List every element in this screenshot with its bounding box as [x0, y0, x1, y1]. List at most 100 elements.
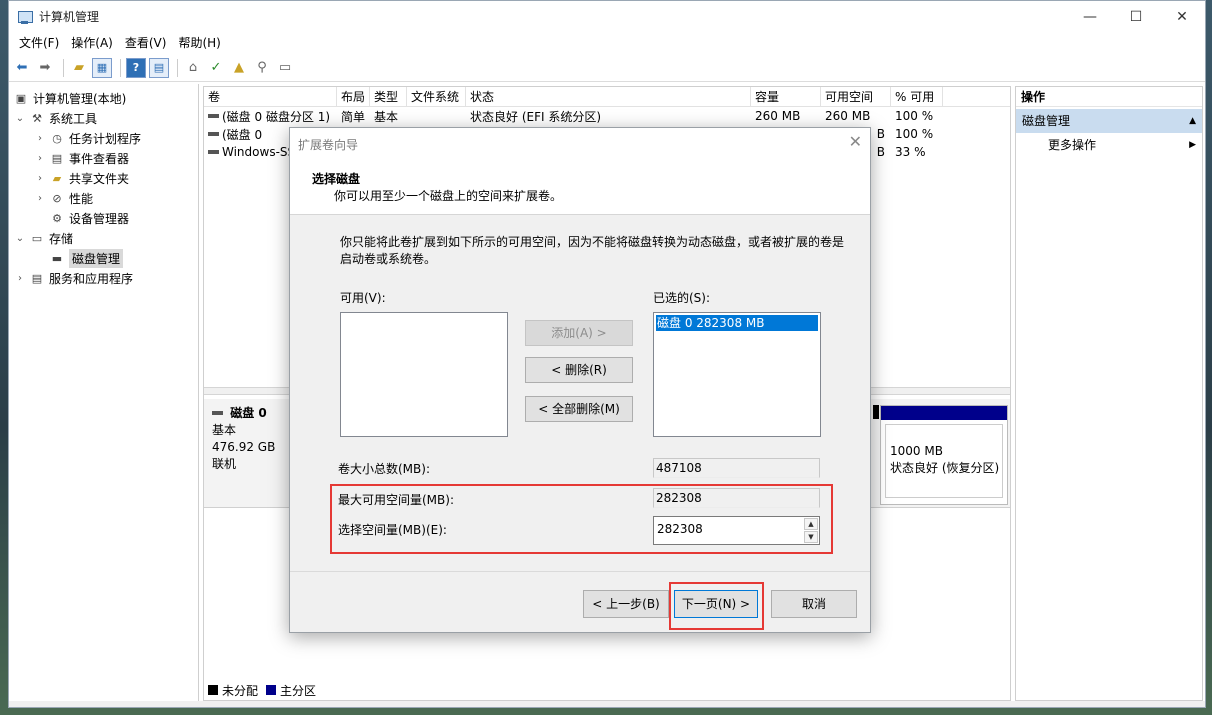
more-actions-item[interactable]: 更多操作 ▶	[1016, 133, 1202, 157]
horizontal-scrollbar[interactable]	[9, 701, 1205, 707]
actions-pane: 操作 磁盘管理 ▲ 更多操作 ▶	[1015, 86, 1203, 701]
collapse-arrow-icon[interactable]: ▲	[1189, 109, 1196, 133]
chevron-right-icon[interactable]: ›	[33, 193, 47, 204]
column-layout[interactable]: 布局	[337, 87, 370, 106]
disk-icon: ▬	[51, 251, 63, 265]
available-disks-list[interactable]	[340, 312, 508, 437]
menu-view[interactable]: 查看(V)	[119, 32, 173, 54]
show-hide-tree-icon[interactable]: ▦	[92, 57, 112, 78]
maximize-button[interactable]: ☐	[1113, 1, 1159, 32]
up-folder-icon[interactable]: ▰	[69, 58, 89, 78]
disk-size: 476.92 GB	[212, 440, 276, 454]
table-row[interactable]: (磁盘 0 磁盘分区 1) 简单 基本 状态良好 (EFI 系统分区) 260 …	[204, 107, 1010, 125]
back-icon[interactable]: ⬅	[12, 58, 32, 78]
column-filesystem[interactable]: 文件系统	[407, 87, 466, 106]
arrow-up-icon[interactable]: ▲	[229, 58, 249, 78]
tree-task-scheduler[interactable]: › ◷ 任务计划程序	[9, 128, 198, 148]
storage-icon: ▭	[31, 231, 43, 245]
legend-unallocated-swatch	[208, 685, 218, 695]
submenu-arrow-icon: ▶	[1189, 140, 1196, 150]
list-item[interactable]: 磁盘 0 282308 MB	[656, 315, 818, 331]
back-button[interactable]: < 上一步(B)	[583, 590, 669, 618]
navigation-tree: ▣ 计算机管理(本地) ⌄ ⚒ 系统工具 › ◷ 任务计划程序 › ▤ 事件查看…	[9, 84, 199, 701]
selected-disks-list[interactable]: 磁盘 0 282308 MB	[653, 312, 821, 437]
search-icon[interactable]: ⚲	[252, 58, 272, 78]
column-type[interactable]: 类型	[370, 87, 407, 106]
tree-device-manager[interactable]: ⚙ 设备管理器	[9, 208, 198, 228]
tree-performance[interactable]: › ⊘ 性能	[9, 188, 198, 208]
volume-name: (磁盘 0	[222, 127, 263, 142]
check-icon[interactable]: ✓	[206, 58, 226, 78]
actions-header: 操作	[1016, 87, 1202, 107]
column-capacity[interactable]: 容量	[751, 87, 821, 106]
chevron-right-icon[interactable]: ›	[33, 133, 47, 144]
dialog-heading: 选择磁盘	[312, 172, 361, 186]
menu-file[interactable]: 文件(F)	[13, 32, 65, 54]
forward-icon[interactable]: ➡	[35, 58, 55, 78]
help-icon[interactable]: ?	[126, 57, 146, 78]
minimize-button[interactable]: —	[1067, 1, 1113, 32]
remove-all-button[interactable]: < 全部删除(M)	[525, 396, 633, 422]
clock-icon: ◷	[52, 131, 62, 145]
volume-free: 260 MB	[825, 109, 871, 123]
volume-name: (磁盘 0 磁盘分区 1)	[222, 109, 331, 124]
legend-primary-label: 主分区	[280, 683, 317, 698]
add-button[interactable]: 添加(A) >	[525, 320, 633, 346]
legend: 未分配 主分区	[208, 682, 316, 698]
chevron-down-icon[interactable]: ⌄	[13, 233, 27, 244]
tree-event-viewer[interactable]: › ▤ 事件查看器	[9, 148, 198, 168]
tree-system-tools[interactable]: ⌄ ⚒ 系统工具	[9, 108, 198, 128]
dialog-subheading: 你可以用至少一个磁盘上的空间来扩展卷。	[334, 189, 563, 203]
partition-recovery[interactable]: 1000 MB 状态良好 (恢复分区)	[880, 405, 1008, 505]
partition-status: 状态良好 (恢复分区)	[890, 461, 1000, 475]
column-status[interactable]: 状态	[466, 87, 751, 106]
partition-unallocated-strip[interactable]	[873, 405, 879, 419]
chevron-down-icon[interactable]: ⌄	[13, 113, 27, 124]
cancel-button[interactable]: 取消	[771, 590, 857, 618]
column-free[interactable]: 可用空间	[821, 87, 891, 106]
column-pct-free[interactable]: % 可用	[891, 87, 943, 106]
chevron-right-icon[interactable]: ›	[13, 273, 27, 284]
actions-section-label: 磁盘管理	[1022, 114, 1071, 128]
tree-disk-management[interactable]: ▬ 磁盘管理	[9, 248, 198, 268]
chevron-right-icon[interactable]: ›	[33, 173, 47, 184]
close-button[interactable]: ✕	[1159, 1, 1205, 32]
legend-primary-swatch	[266, 685, 277, 695]
volume-type: 基本	[374, 109, 399, 124]
computer-icon: ▣	[15, 91, 27, 105]
column-volume[interactable]: 卷	[204, 87, 337, 106]
highlight-box-space	[330, 484, 833, 554]
shared-folder-icon: ▰	[52, 171, 62, 185]
console-icon[interactable]: ▭	[275, 58, 295, 78]
event-log-icon: ▤	[51, 151, 63, 165]
services-icon: ▤	[31, 271, 43, 285]
volume-capacity: 260 MB	[755, 109, 801, 123]
volume-icon	[208, 132, 219, 136]
connect-icon[interactable]: ⌂	[183, 58, 203, 78]
disk-type: 基本	[212, 423, 237, 437]
menu-help[interactable]: 帮助(H)	[172, 32, 226, 54]
partition-bar	[881, 406, 1007, 420]
tree-shared-folders[interactable]: › ▰ 共享文件夹	[9, 168, 198, 188]
tree-storage[interactable]: ⌄ ▭ 存储	[9, 228, 198, 248]
highlight-box-next	[669, 582, 764, 630]
available-label: 可用(V):	[340, 291, 386, 305]
properties-icon[interactable]: ▤	[149, 57, 169, 78]
volume-pct: 33 %	[895, 145, 926, 159]
close-icon[interactable]: ✕	[849, 132, 862, 151]
volume-icon	[208, 114, 219, 118]
dialog-title: 扩展卷向导	[298, 138, 359, 152]
volume-layout: 简单	[341, 109, 366, 124]
tree-services-apps[interactable]: › ▤ 服务和应用程序	[9, 268, 198, 288]
selected-label: 已选的(S):	[653, 291, 711, 305]
menu-action[interactable]: 操作(A)	[65, 32, 119, 54]
chevron-right-icon[interactable]: ›	[33, 153, 47, 164]
volume-status: 状态良好 (EFI 系统分区)	[470, 109, 602, 124]
toolbar: ⬅ ➡ ▰ ▦ ? ▤ ⌂ ✓ ▲ ⚲ ▭	[9, 54, 1205, 82]
remove-button[interactable]: < 删除(R)	[525, 357, 633, 383]
window-title: 计算机管理	[39, 10, 100, 24]
disk-info[interactable]: 磁盘 0 基本 476.92 GB 联机	[212, 405, 275, 473]
device-manager-icon: ⚙	[52, 211, 62, 225]
tree-root[interactable]: ▣ 计算机管理(本地)	[9, 88, 198, 108]
actions-section-disk-management[interactable]: 磁盘管理 ▲	[1016, 109, 1202, 133]
